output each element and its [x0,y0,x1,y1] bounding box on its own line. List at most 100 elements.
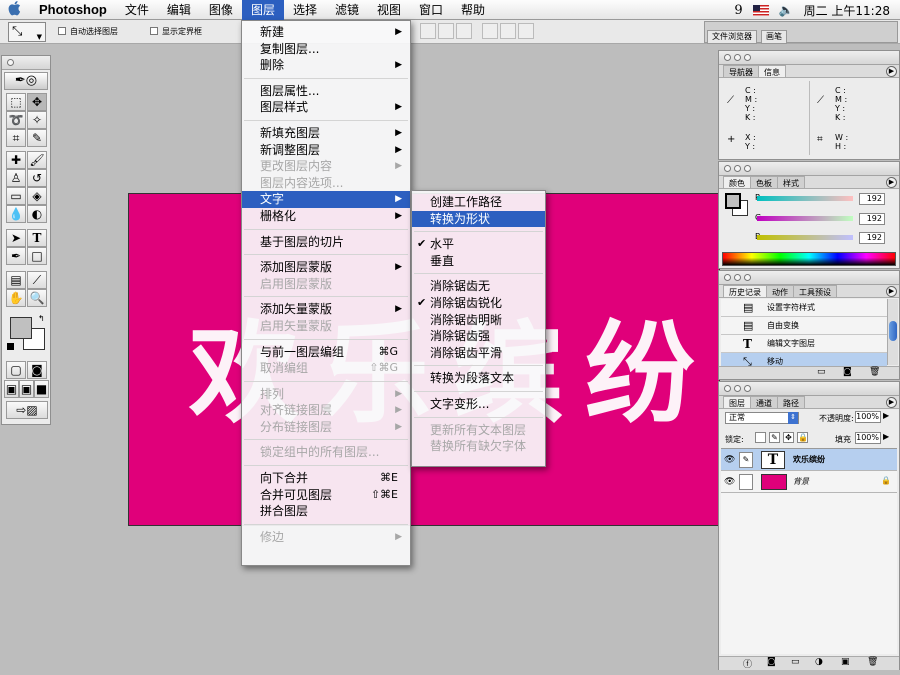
tab-actions[interactable]: 动作 [766,285,794,297]
type_submenu-item[interactable]: 消除锯齿明晰 [412,312,545,329]
channel-g-value[interactable]: 192 [859,213,885,225]
show-bbox-checkbox[interactable] [150,27,158,35]
volume-icon[interactable]: 🔈 [779,3,794,17]
history-item[interactable]: ▤ 设置字符样式 [721,299,887,317]
new-document-from-state-icon[interactable]: ▭ [817,367,826,377]
lasso-tool-icon[interactable]: ➰ [6,111,26,129]
tab-paths[interactable]: 路径 [777,396,805,408]
layer_menu-item[interactable]: 删除 ▶ [242,57,410,74]
tab-info[interactable]: 信息 [758,65,786,77]
layer_menu-item[interactable]: 合并可见图层 ⇧⌘E [242,487,410,504]
panel-menu-icon[interactable]: ▶ [886,177,897,188]
layer_menu-item[interactable]: 基于图层的切片 [242,234,410,251]
crop-tool-icon[interactable]: ⌗ [6,129,26,147]
dodge-tool-icon[interactable]: ◐ [27,205,47,223]
screen-mode-full-icon[interactable]: ■ [34,380,49,398]
app-menu[interactable]: Photoshop [30,0,116,20]
eye-icon[interactable]: 👁 [724,477,735,487]
quick-mask-mode-icon[interactable]: ◙ [27,361,47,379]
new-set-icon[interactable]: ▭ [791,657,800,667]
type-tool-icon[interactable]: T [27,229,47,247]
brushes-tab[interactable]: 画笔 [761,30,787,44]
file-browser-tab[interactable]: 文件浏览器 [707,30,757,44]
layer-style-icon[interactable]: ⓕ [743,657,752,670]
channel-r-slider[interactable] [757,196,853,201]
layer_menu-item[interactable]: 添加矢量蒙版 ▶ [242,301,410,318]
tab-tool-presets[interactable]: 工具预设 [793,285,837,297]
menu-file[interactable]: 文件 [116,0,158,20]
lock-transparency-icon[interactable] [755,432,766,443]
eraser-tool-icon[interactable]: ▭ [6,187,26,205]
blend-mode-select[interactable]: 正常 ⇕ [725,412,799,424]
align-top-icon[interactable] [420,23,436,39]
panel-menu-icon[interactable]: ▶ [886,397,897,408]
tab-color[interactable]: 颜色 [723,176,751,188]
screen-mode-standard-icon[interactable]: ▣ [4,380,19,398]
layer_menu-item[interactable]: 新调整图层 ▶ [242,142,410,159]
jump-to-imageready-icon[interactable]: ⇨▨ [6,401,48,419]
eye-icon[interactable]: 👁 [724,455,735,465]
tab-styles[interactable]: 样式 [777,176,805,188]
panel-menu-icon[interactable]: ▶ [886,286,897,297]
type_submenu-item[interactable]: ✔ 消除锯齿锐化 [412,295,545,312]
brush-link-icon[interactable]: ✎ [739,452,753,468]
move-tool-preset-picker[interactable]: ⤡ ▼ [8,22,46,42]
menu-help[interactable]: 帮助 [452,0,494,20]
opacity-input[interactable]: 100% [855,411,881,423]
foreground-color-swatch[interactable] [10,317,32,339]
new-layer-icon[interactable]: ▣ [841,657,850,667]
color-panel-titlebar[interactable] [719,162,899,176]
zoom-tool-icon[interactable]: 🔍 [27,289,47,307]
swap-colors-icon[interactable]: ↰ [38,314,45,323]
toolbox-titlebar[interactable] [2,56,50,70]
layer_menu-item[interactable]: 拼合图层 [242,503,410,520]
color-fg-swatch[interactable] [725,193,741,209]
menu-layer[interactable]: 图层 [241,0,284,20]
menu-edit[interactable]: 编辑 [158,0,200,20]
distribute-top-icon[interactable] [482,23,498,39]
flag-icon[interactable] [752,4,769,16]
fill-arrow-icon[interactable]: ▶ [883,432,889,441]
menu-view[interactable]: 视图 [368,0,410,20]
color-spectrum-bar[interactable] [722,252,896,266]
channel-r-value[interactable]: 192 [859,193,885,205]
move-tool-icon[interactable]: ✥ [27,93,47,111]
lock-paint-icon[interactable]: ✎ [769,432,780,443]
adjustment-layer-icon[interactable]: ◑ [815,657,823,667]
type_submenu-item[interactable]: 文字变形... [412,396,545,413]
type_submenu-item[interactable]: 消除锯齿平滑 [412,345,545,362]
marquee-tool-icon[interactable]: ⬚ [6,93,26,111]
pen-tool-icon[interactable]: ✒ [6,247,26,265]
menubar-clock[interactable]: 周二 上午11:28 [804,2,890,19]
type_submenu-item[interactable]: 转换为形状 [412,210,545,228]
type_submenu-item[interactable]: 消除锯齿无 [412,278,545,295]
layer-row-background[interactable]: 👁 背景 🔒 [721,471,897,493]
channel-g-slider[interactable] [757,216,853,221]
trash-icon[interactable]: 🗑 [869,367,880,377]
layer_menu-item[interactable]: 与前一图层编组 ⌘G [242,344,410,361]
healing-brush-tool-icon[interactable]: ✚ [6,151,26,169]
history-scrollbar[interactable] [887,299,898,365]
menu-image[interactable]: 图像 [200,0,242,20]
link-icon[interactable] [739,474,753,490]
opacity-arrow-icon[interactable]: ▶ [883,411,889,420]
type_submenu-item[interactable]: 垂直 [412,253,545,270]
layer_menu-item[interactable]: 图层属性... [242,83,410,100]
layers-panel-titlebar[interactable] [719,382,899,396]
auto-select-checkbox[interactable] [58,27,66,35]
hand-tool-icon[interactable]: ✋ [6,289,26,307]
stamp-tool-icon[interactable]: ♙ [6,169,26,187]
history-panel-titlebar[interactable] [719,271,899,285]
brush-tool-icon[interactable]: 🖌 [27,151,47,169]
tab-channels[interactable]: 通道 [750,396,778,408]
layer_menu-item[interactable]: 图层样式 ▶ [242,99,410,116]
channel-b-value[interactable]: 192 [859,232,885,244]
new-snapshot-icon[interactable]: ◙ [843,367,852,377]
type_submenu-item[interactable]: 创建工作路径 [412,194,545,211]
default-colors-icon[interactable] [7,343,14,350]
shape-tool-icon[interactable]: □ [27,247,47,265]
tab-navigator[interactable]: 导航器 [723,65,759,77]
add-mask-icon[interactable]: ◙ [767,657,776,667]
input-method-badge[interactable]: 9 [734,3,742,18]
screen-mode-menubar-icon[interactable]: ▣ [19,380,34,398]
